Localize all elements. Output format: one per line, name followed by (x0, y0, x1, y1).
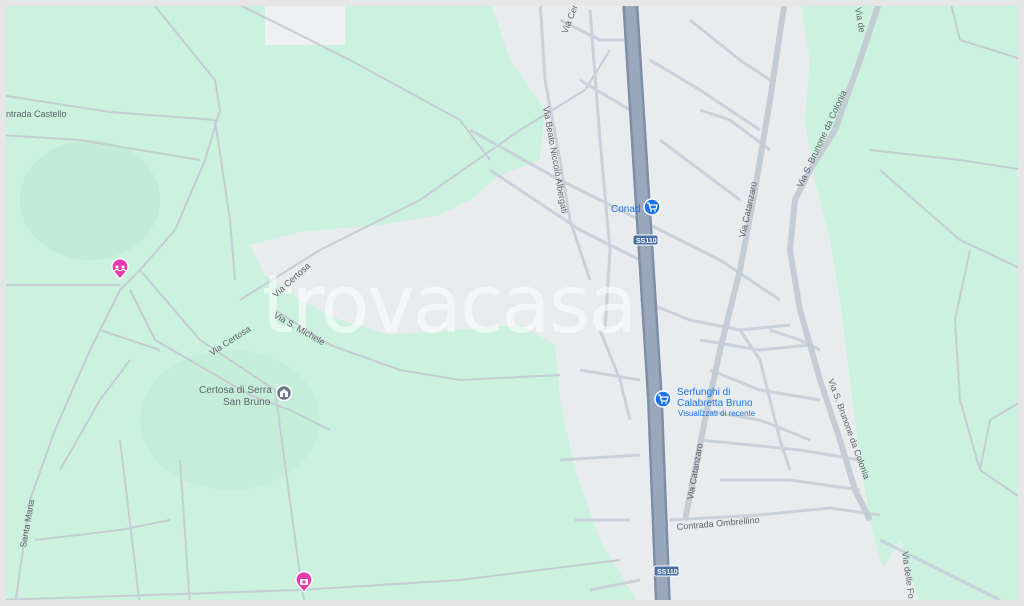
svg-text:SS110: SS110 (636, 238, 657, 245)
svg-text:SS110: SS110 (657, 569, 678, 576)
poi-serfunghi-sub: Visualizzati di recente (678, 409, 756, 418)
park-shade-2 (140, 350, 320, 490)
poi-serfunghi-label-2: Calabretta Bruno (677, 398, 753, 409)
road-shield-lower: SS110 (653, 565, 680, 577)
poi-conad-label: Conad (611, 204, 640, 215)
map-canvas[interactable]: trovacasa Via Certosa Via Beato Niccolò … (0, 0, 1024, 606)
road-shield-upper: SS110 (632, 234, 659, 246)
park-shade-1 (20, 140, 160, 260)
street-label-contrada-castello: ntrada Castello (6, 109, 67, 119)
shopping-cart-icon (643, 198, 661, 216)
monument-icon (275, 384, 293, 402)
poi-certosa-label-1: Certosa di Serra (199, 385, 272, 396)
poi-serfunghi-label-1: Serfunghi di (677, 387, 730, 398)
poi-certosa-label-2: San Bruno (223, 397, 271, 408)
shopping-cart-icon (654, 390, 672, 408)
map-svg[interactable]: trovacasa Via Certosa Via Beato Niccolò … (0, 0, 1024, 606)
